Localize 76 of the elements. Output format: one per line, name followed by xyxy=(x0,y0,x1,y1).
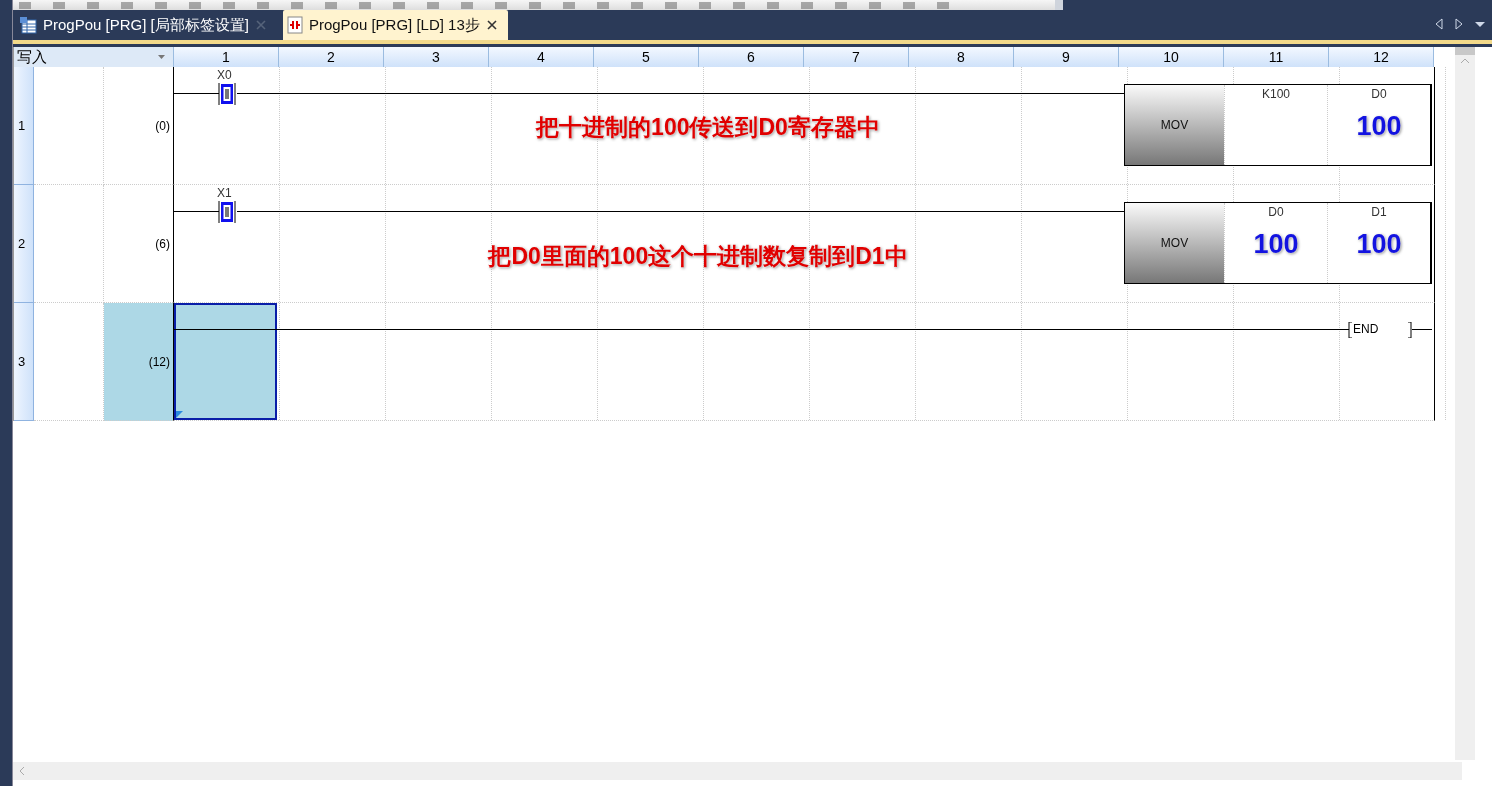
toolbar-icon[interactable] xyxy=(121,1,133,9)
toolbar-icon[interactable] xyxy=(155,1,167,9)
row-number: 3 xyxy=(14,303,34,421)
toolbar-icon[interactable] xyxy=(87,1,99,9)
toolbar-icon[interactable] xyxy=(835,1,847,9)
toolbar-icon[interactable] xyxy=(529,1,541,9)
column-header: 9 xyxy=(1014,47,1119,67)
bracket-icon xyxy=(1348,322,1353,338)
toolbar-icon[interactable] xyxy=(19,1,31,9)
operand-label: D0 xyxy=(1268,205,1284,219)
monitor-value: 100 xyxy=(1356,229,1402,260)
caret-icon xyxy=(158,55,165,59)
annotation-text: 把十进制的100传送到D0寄存器中 xyxy=(536,113,880,142)
toolbar-icon[interactable] xyxy=(801,1,813,9)
monitor-value: 100 xyxy=(1253,229,1299,260)
toolbar-icon[interactable] xyxy=(563,1,575,9)
toolbar-icon[interactable] xyxy=(189,1,201,9)
mode-dropdown[interactable]: 写入 xyxy=(14,47,174,67)
scroll-up-icon[interactable] xyxy=(1460,58,1470,64)
toolbar-icon[interactable] xyxy=(631,1,643,9)
scroll-right-icon[interactable] xyxy=(1454,17,1464,31)
column-header: 8 xyxy=(909,47,1014,67)
row-number: 1 xyxy=(14,67,34,185)
column-header: 6 xyxy=(699,47,804,67)
cell-cursor[interactable] xyxy=(174,303,277,420)
toolbar-icon[interactable] xyxy=(291,1,303,9)
ladder-icon xyxy=(286,16,303,34)
toolbar-icon[interactable] xyxy=(325,1,337,9)
operand-label: D0 xyxy=(1371,87,1387,101)
instruction-name: MOV xyxy=(1125,203,1224,283)
column-header: 4 xyxy=(489,47,594,67)
device-label: X1 xyxy=(217,186,232,200)
vertical-scrollbar[interactable] xyxy=(1455,47,1475,760)
toolbar-icon[interactable] xyxy=(223,1,235,9)
column-header: 12 xyxy=(1329,47,1434,67)
monitor-value: 100 xyxy=(1356,111,1402,142)
column-header: 10 xyxy=(1119,47,1224,67)
row-number: 2 xyxy=(14,185,34,303)
toolbar-icon[interactable] xyxy=(257,1,269,9)
table-icon xyxy=(19,16,37,34)
toolbar-icon[interactable] xyxy=(461,1,473,9)
operand-label: D1 xyxy=(1371,205,1387,219)
toolbar-icon[interactable] xyxy=(53,1,65,9)
column-header: 11 xyxy=(1224,47,1329,67)
horizontal-scrollbar[interactable] xyxy=(13,762,1462,780)
close-icon[interactable] xyxy=(485,19,498,31)
column-header: 1 xyxy=(174,47,279,67)
scroll-left-icon[interactable] xyxy=(1434,17,1444,31)
column-header: 7 xyxy=(804,47,909,67)
toolbar-icon[interactable] xyxy=(767,1,779,9)
document-tab[interactable]: ProgPou [PRG] [LD] 13步 xyxy=(282,10,508,40)
operand-label: K100 xyxy=(1262,87,1290,101)
instruction-name: MOV xyxy=(1125,85,1224,165)
device-label: X0 xyxy=(217,68,232,82)
toolbar-icon[interactable] xyxy=(665,1,677,9)
toolbar-icon[interactable] xyxy=(937,1,949,9)
toolbar-icon[interactable] xyxy=(359,1,371,9)
toolbar-icon[interactable] xyxy=(495,1,507,9)
scrollbar-thumb[interactable] xyxy=(1455,47,1475,55)
toolbar-icon[interactable] xyxy=(903,1,915,9)
document-tab[interactable]: ProgPou [PRG] [局部标签设置] xyxy=(15,10,277,40)
toolbar-icon[interactable] xyxy=(733,1,745,9)
column-header: 2 xyxy=(279,47,384,67)
wire-line xyxy=(1412,329,1432,330)
step-number: (0) xyxy=(103,67,173,185)
column-header: 3 xyxy=(384,47,489,67)
toolbar-icon[interactable] xyxy=(869,1,881,9)
end-instruction: END xyxy=(1353,322,1379,336)
bracket-icon xyxy=(1407,322,1412,338)
annotation-text: 把D0里面的100这个十进制数复制到D1中 xyxy=(488,242,908,271)
toolbar-icon[interactable] xyxy=(699,1,711,9)
toolbar-icon[interactable] xyxy=(427,1,439,9)
step-number: (12) xyxy=(103,303,173,421)
toolbar-icon[interactable] xyxy=(393,1,405,9)
toolbar-icon[interactable] xyxy=(597,1,609,9)
column-header: 5 xyxy=(594,47,699,67)
